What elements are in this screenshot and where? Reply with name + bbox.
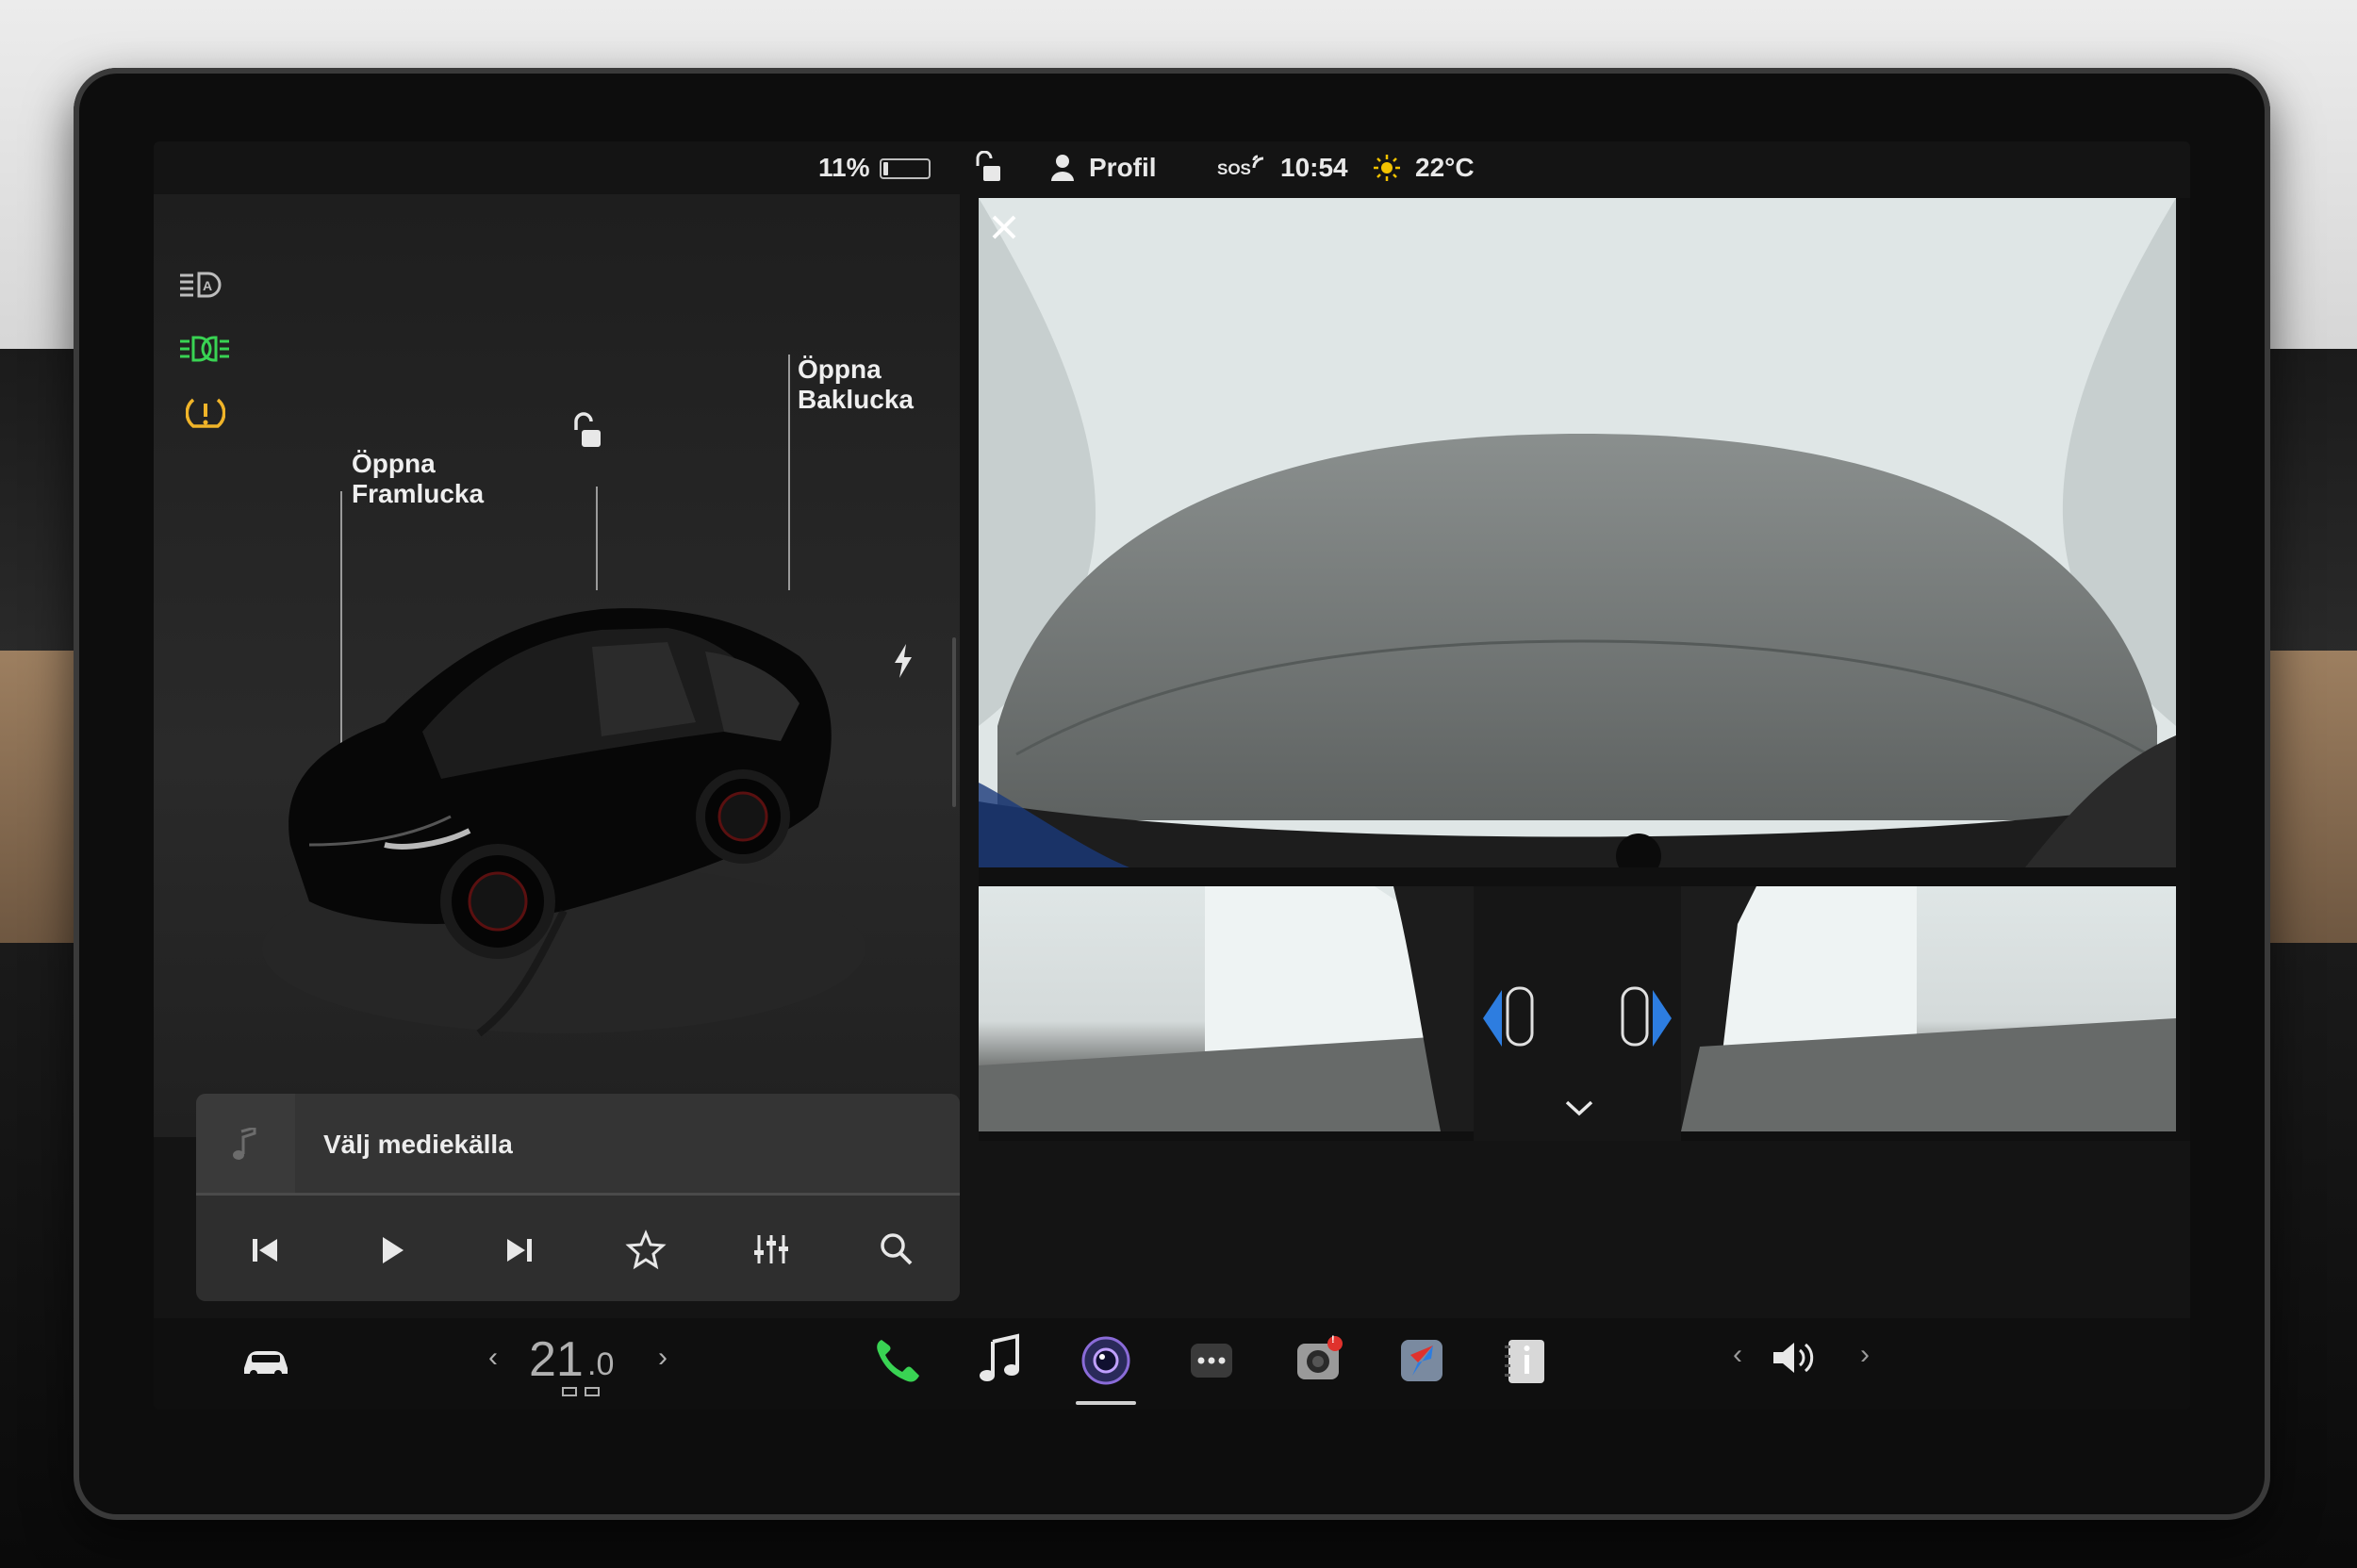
profile-label[interactable]: Profil	[1089, 153, 1157, 183]
vehicle-model-image[interactable]	[253, 562, 894, 1052]
equalizer-icon[interactable]	[748, 1226, 795, 1273]
sos-signal-icon	[1252, 155, 1264, 169]
car-icon[interactable]	[237, 1332, 293, 1389]
status-bar: 11% Profil SOS 10:54 22°C	[154, 141, 2190, 194]
media-source-selector[interactable]: Välj mediekälla	[196, 1094, 960, 1193]
navigation-icon[interactable]	[1393, 1332, 1450, 1389]
sos-label[interactable]: SOS	[1217, 160, 1251, 179]
music-icon[interactable]	[972, 1332, 1029, 1389]
right-camera-image	[1681, 886, 2176, 1131]
door-lock-icon[interactable]	[569, 411, 606, 451]
left-repeater-camera-feed	[979, 886, 1474, 1131]
search-icon[interactable]	[873, 1226, 920, 1273]
seat-heater-icon[interactable]	[559, 1384, 604, 1401]
previous-icon[interactable]	[241, 1226, 288, 1273]
rear-trunk-label-line2: Baklucka	[798, 385, 914, 414]
media-source-icon-box	[196, 1094, 295, 1193]
rear-camera-image	[979, 198, 2176, 867]
panel-scrollbar[interactable]	[952, 637, 956, 807]
active-app-indicator	[1076, 1401, 1136, 1405]
notification-badge: !	[1331, 1334, 1335, 1345]
media-progress-line	[196, 1193, 960, 1196]
svg-text:A: A	[203, 278, 212, 293]
camera-icon[interactable]	[1078, 1332, 1134, 1389]
battery-percent: 11%	[818, 153, 870, 182]
chevron-down-icon[interactable]	[1563, 1098, 1595, 1119]
dashcam-icon[interactable]	[1290, 1332, 1346, 1389]
battery-fill	[883, 162, 888, 175]
blind-spot-indicator-panel	[1474, 886, 1681, 1141]
rear-camera-feed	[979, 198, 2176, 867]
rear-trunk-label-line1: Öppna	[798, 355, 882, 384]
parking-lights-icon	[180, 336, 229, 362]
more-icon[interactable]	[1183, 1332, 1240, 1389]
volume-down-icon[interactable]: ‹	[1733, 1339, 1742, 1371]
favorite-icon[interactable]	[622, 1226, 669, 1273]
touchscreen: 11% Profil SOS 10:54 22°C A Öppna Framlu…	[154, 141, 2190, 1410]
sun-icon	[1374, 155, 1400, 181]
play-icon[interactable]	[368, 1226, 415, 1273]
media-source-label: Välj mediekälla	[323, 1130, 513, 1159]
volume-up-icon[interactable]: ›	[1860, 1339, 1870, 1371]
cabin-temperature-decimal: .0	[587, 1346, 615, 1382]
media-player: Välj mediekälla	[196, 1094, 960, 1301]
outside-temperature: 22°C	[1415, 153, 1475, 182]
cabin-temperature-value: 21	[529, 1332, 584, 1387]
front-trunk-label-line1: Öppna	[352, 449, 436, 478]
unlocked-icon[interactable]	[972, 151, 1004, 185]
left-camera-image	[979, 886, 1474, 1131]
music-note-icon	[233, 1128, 256, 1160]
front-trunk-open[interactable]: Öppna Framlucka	[352, 449, 484, 509]
phone-icon[interactable]	[868, 1332, 925, 1389]
right-repeater-camera-feed	[1681, 886, 2176, 1131]
rear-trunk-open[interactable]: Öppna Baklucka	[798, 355, 914, 415]
battery-icon	[880, 158, 931, 179]
car-status-panel: A Öppna Framlucka Öppna Baklucka	[154, 194, 960, 1137]
close-icon[interactable]	[988, 211, 1020, 243]
volume-icon[interactable]	[1766, 1329, 1822, 1386]
bottom-dock: ‹ 21 .0 › ! ‹ ›	[154, 1318, 2190, 1410]
front-trunk-label-line2: Framlucka	[352, 479, 485, 508]
auto-headlight-icon: A	[180, 272, 222, 298]
temp-up-icon[interactable]: ›	[658, 1342, 668, 1374]
camera-view-panel	[979, 198, 2190, 1141]
clock: 10:54	[1280, 153, 1348, 182]
rear-trunk-guide-line	[788, 355, 790, 590]
charge-port-icon[interactable]	[891, 642, 915, 680]
temp-down-icon[interactable]: ‹	[488, 1342, 498, 1374]
next-icon[interactable]	[496, 1226, 543, 1273]
tire-pressure-warning-icon	[186, 398, 225, 428]
profile-icon[interactable]	[1049, 153, 1076, 181]
manual-icon[interactable]	[1497, 1332, 1554, 1389]
